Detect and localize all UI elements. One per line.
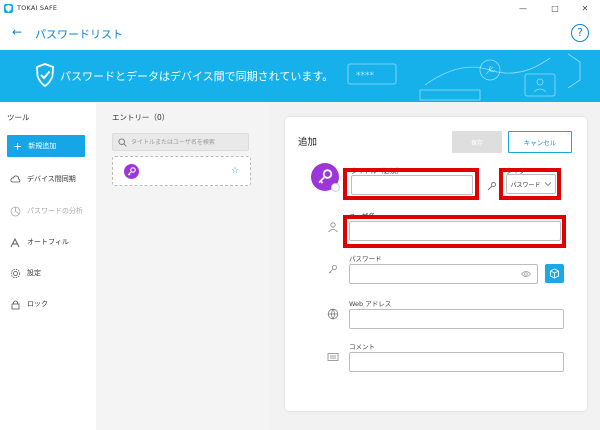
autofill-icon xyxy=(10,237,21,248)
close-icon: ✕ xyxy=(581,3,589,13)
sidebar-item-label: オートフィル xyxy=(27,238,69,246)
add-entry-form: 追加 保存 キャンセル タイトル（必須） タイプ パスワード ユーザ名 パスワー… xyxy=(285,117,587,411)
entries-panel: エントリー（0） ☆ xyxy=(96,102,269,430)
page-title: パスワードリスト xyxy=(35,28,123,41)
sidebar-item-label: ロック xyxy=(27,300,48,308)
generate-password-button[interactable] xyxy=(545,264,564,283)
lock-icon xyxy=(10,299,21,310)
sidebar-item-sync[interactable]: デバイス間同期 xyxy=(10,172,76,186)
maximize-icon: □ xyxy=(551,3,559,13)
cloud-sync-icon xyxy=(10,174,21,185)
banner-text: パスワードとデータはデバイス間で同期されています。 xyxy=(60,70,334,83)
help-icon[interactable]: ? xyxy=(571,24,589,42)
search-icon xyxy=(118,137,127,147)
type-highlight xyxy=(499,168,561,200)
web-address-field[interactable] xyxy=(349,309,564,329)
sidebar-item-settings[interactable]: 設定 xyxy=(10,266,41,280)
web-label: Web アドレス xyxy=(349,300,392,308)
form-title: 追加 xyxy=(298,137,318,148)
sidebar-item-lock[interactable]: ロック xyxy=(10,297,48,311)
app-logo-icon xyxy=(4,3,13,13)
sidebar-heading: ツール xyxy=(7,113,30,122)
banner-decoration: **** xyxy=(347,53,581,101)
cube-icon xyxy=(550,268,559,279)
edit-avatar-icon[interactable] xyxy=(331,183,340,192)
plus-icon: + xyxy=(13,139,23,153)
sidebar-item-label: デバイス間同期 xyxy=(27,175,76,183)
comment-icon xyxy=(327,351,339,363)
entries-heading: エントリー（0） xyxy=(112,113,170,122)
key-outline-icon xyxy=(327,263,339,275)
close-window-button[interactable]: ✕ xyxy=(570,0,600,16)
cancel-button[interactable]: キャンセル xyxy=(508,131,572,153)
search-box[interactable] xyxy=(112,133,249,151)
analysis-icon xyxy=(10,206,21,217)
key-avatar-icon xyxy=(124,164,139,179)
password-field[interactable] xyxy=(349,264,538,284)
password-input[interactable] xyxy=(350,265,537,283)
new-entry-label: 新規追加 xyxy=(28,142,57,150)
comment-label: コメント xyxy=(349,343,375,351)
back-arrow-icon[interactable]: ← xyxy=(12,26,22,38)
sidebar-item-autofill[interactable]: オートフィル xyxy=(10,235,69,249)
title-highlight xyxy=(343,168,479,200)
search-input[interactable] xyxy=(131,138,241,146)
sidebar-item-label: パスワードの分析 xyxy=(27,207,83,215)
globe-icon xyxy=(327,308,339,320)
comment-field[interactable] xyxy=(349,352,564,372)
gear-icon xyxy=(10,268,21,279)
page-header: ← パスワードリスト ? xyxy=(0,16,600,50)
minimize-icon: — xyxy=(519,3,527,13)
entry-avatar[interactable] xyxy=(311,163,340,192)
sync-banner: パスワードとデータはデバイス間で同期されています。 **** xyxy=(0,50,600,102)
star-icon[interactable]: ☆ xyxy=(231,166,239,176)
password-label: パスワード xyxy=(349,255,382,263)
user-icon xyxy=(327,221,339,233)
new-entry-button[interactable]: + 新規追加 xyxy=(7,135,85,157)
sidebar-item-analysis[interactable]: パスワードの分析 xyxy=(10,204,83,218)
comment-input[interactable] xyxy=(350,353,563,371)
show-password-icon[interactable] xyxy=(521,270,531,278)
shield-check-icon xyxy=(36,63,54,87)
username-highlight xyxy=(343,215,566,248)
sidebar-item-label: 設定 xyxy=(27,269,41,277)
sidebar: ツール + 新規追加 デバイス間同期 パスワードの分析 オートフィル 設定 ロッ… xyxy=(0,102,96,430)
web-address-input[interactable] xyxy=(350,310,563,328)
maximize-button[interactable]: □ xyxy=(540,0,570,16)
minimize-button[interactable]: — xyxy=(508,0,538,16)
new-entry-card[interactable]: ☆ xyxy=(112,156,251,186)
app-title: TOKAI SAFE xyxy=(17,4,58,12)
banner-decoration-text: **** xyxy=(356,71,375,81)
save-button[interactable]: 保存 xyxy=(452,131,502,153)
key-small-icon xyxy=(486,180,498,192)
